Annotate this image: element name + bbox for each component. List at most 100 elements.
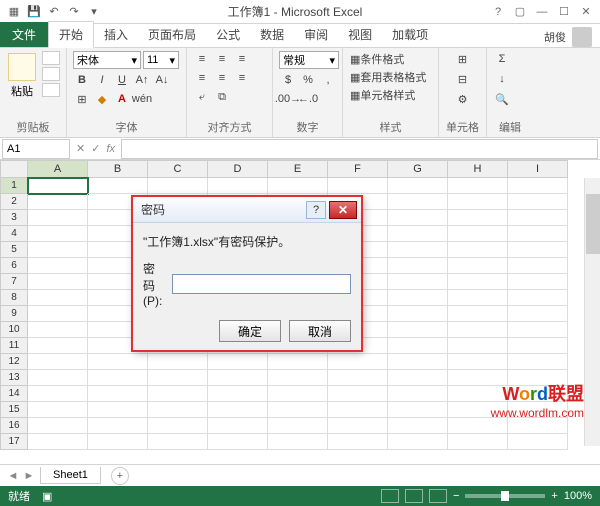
cell[interactable] bbox=[328, 402, 388, 418]
page-break-view-icon[interactable] bbox=[429, 489, 447, 503]
row-header[interactable]: 3 bbox=[0, 210, 28, 226]
row-header[interactable]: 12 bbox=[0, 354, 28, 370]
cell[interactable] bbox=[328, 386, 388, 402]
ok-button[interactable]: 确定 bbox=[219, 320, 281, 342]
decrease-decimal-icon[interactable]: ←.0 bbox=[299, 91, 317, 107]
add-sheet-button[interactable]: + bbox=[111, 467, 129, 485]
cell[interactable] bbox=[28, 258, 88, 274]
row-header[interactable]: 4 bbox=[0, 226, 28, 242]
cell[interactable] bbox=[388, 274, 448, 290]
col-header[interactable]: D bbox=[208, 160, 268, 178]
cell[interactable] bbox=[148, 434, 208, 450]
cell[interactable] bbox=[28, 434, 88, 450]
cell[interactable] bbox=[388, 434, 448, 450]
cell[interactable] bbox=[208, 370, 268, 386]
cell[interactable] bbox=[28, 322, 88, 338]
row-header[interactable]: 8 bbox=[0, 290, 28, 306]
cell[interactable] bbox=[508, 274, 568, 290]
cell[interactable] bbox=[508, 322, 568, 338]
dialog-close-button[interactable]: ✕ bbox=[329, 201, 357, 219]
cell[interactable] bbox=[268, 370, 328, 386]
align-top-icon[interactable]: ≡ bbox=[193, 51, 211, 67]
insert-cell-icon[interactable]: ⊞ bbox=[454, 51, 472, 67]
col-header[interactable]: B bbox=[88, 160, 148, 178]
zoom-out-icon[interactable]: − bbox=[453, 490, 459, 502]
font-name-dropdown[interactable]: 宋体▾ bbox=[73, 51, 141, 69]
cell[interactable] bbox=[508, 210, 568, 226]
tab-review[interactable]: 审阅 bbox=[294, 22, 338, 47]
cell[interactable] bbox=[388, 306, 448, 322]
cell[interactable] bbox=[448, 210, 508, 226]
row-header[interactable]: 1 bbox=[0, 178, 28, 194]
formula-input[interactable] bbox=[121, 139, 598, 159]
align-right-icon[interactable]: ≡ bbox=[233, 70, 251, 86]
cell[interactable] bbox=[28, 370, 88, 386]
cell[interactable] bbox=[448, 242, 508, 258]
macro-record-icon[interactable]: ▣ bbox=[42, 490, 52, 503]
increase-decimal-icon[interactable]: .00→ bbox=[279, 91, 297, 107]
qat-customize-icon[interactable]: ▾ bbox=[86, 4, 102, 20]
cell[interactable] bbox=[448, 258, 508, 274]
minimize-icon[interactable]: — bbox=[532, 4, 552, 20]
row-header[interactable]: 5 bbox=[0, 242, 28, 258]
cell[interactable] bbox=[388, 338, 448, 354]
table-format-button[interactable]: ▦ 套用表格格式 bbox=[349, 69, 427, 85]
cell[interactable] bbox=[508, 434, 568, 450]
zoom-slider[interactable] bbox=[465, 494, 545, 498]
underline-icon[interactable]: U bbox=[113, 72, 131, 88]
cell[interactable] bbox=[208, 434, 268, 450]
cell[interactable] bbox=[28, 226, 88, 242]
col-header[interactable]: C bbox=[148, 160, 208, 178]
select-all-corner[interactable] bbox=[0, 160, 28, 178]
cell[interactable] bbox=[448, 354, 508, 370]
align-middle-icon[interactable]: ≡ bbox=[213, 51, 231, 67]
cell[interactable] bbox=[388, 402, 448, 418]
font-color-icon[interactable]: A bbox=[113, 91, 131, 107]
cell[interactable] bbox=[448, 194, 508, 210]
row-header[interactable]: 15 bbox=[0, 402, 28, 418]
cell[interactable] bbox=[28, 402, 88, 418]
tab-home[interactable]: 开始 bbox=[48, 21, 94, 48]
cell[interactable] bbox=[148, 178, 208, 194]
cell[interactable] bbox=[88, 418, 148, 434]
col-header[interactable]: G bbox=[388, 160, 448, 178]
cell[interactable] bbox=[388, 386, 448, 402]
cell[interactable] bbox=[508, 418, 568, 434]
conditional-format-button[interactable]: ▦ 条件格式 bbox=[349, 51, 405, 67]
cell[interactable] bbox=[28, 290, 88, 306]
cell[interactable] bbox=[508, 242, 568, 258]
redo-icon[interactable]: ↷ bbox=[66, 4, 82, 20]
delete-cell-icon[interactable]: ⊟ bbox=[454, 71, 472, 87]
row-header[interactable]: 13 bbox=[0, 370, 28, 386]
cell[interactable] bbox=[28, 210, 88, 226]
tab-addins[interactable]: 加载项 bbox=[382, 22, 438, 47]
cell[interactable] bbox=[448, 306, 508, 322]
cell[interactable] bbox=[388, 226, 448, 242]
align-bottom-icon[interactable]: ≡ bbox=[233, 51, 251, 67]
cell[interactable] bbox=[388, 322, 448, 338]
format-painter-icon[interactable] bbox=[42, 83, 60, 97]
close-icon[interactable]: ✕ bbox=[576, 4, 596, 20]
comma-icon[interactable]: , bbox=[319, 72, 337, 88]
sheet-nav-prev-icon[interactable]: ◄ bbox=[6, 469, 20, 483]
dialog-help-button[interactable]: ? bbox=[306, 201, 326, 219]
tab-formulas[interactable]: 公式 bbox=[206, 22, 250, 47]
row-header[interactable]: 11 bbox=[0, 338, 28, 354]
cell[interactable] bbox=[388, 210, 448, 226]
cell[interactable] bbox=[508, 226, 568, 242]
cell[interactable] bbox=[88, 402, 148, 418]
cell[interactable] bbox=[388, 194, 448, 210]
row-header[interactable]: 16 bbox=[0, 418, 28, 434]
cell[interactable] bbox=[388, 242, 448, 258]
cell[interactable] bbox=[268, 386, 328, 402]
enter-formula-icon[interactable]: ✓ bbox=[91, 142, 100, 155]
cell[interactable] bbox=[148, 370, 208, 386]
cell[interactable] bbox=[448, 274, 508, 290]
row-header[interactable]: 9 bbox=[0, 306, 28, 322]
tab-insert[interactable]: 插入 bbox=[94, 22, 138, 47]
cell[interactable] bbox=[28, 194, 88, 210]
cell[interactable] bbox=[148, 418, 208, 434]
cell[interactable] bbox=[208, 386, 268, 402]
paste-button[interactable]: 粘贴 bbox=[6, 51, 38, 101]
cell[interactable] bbox=[388, 290, 448, 306]
